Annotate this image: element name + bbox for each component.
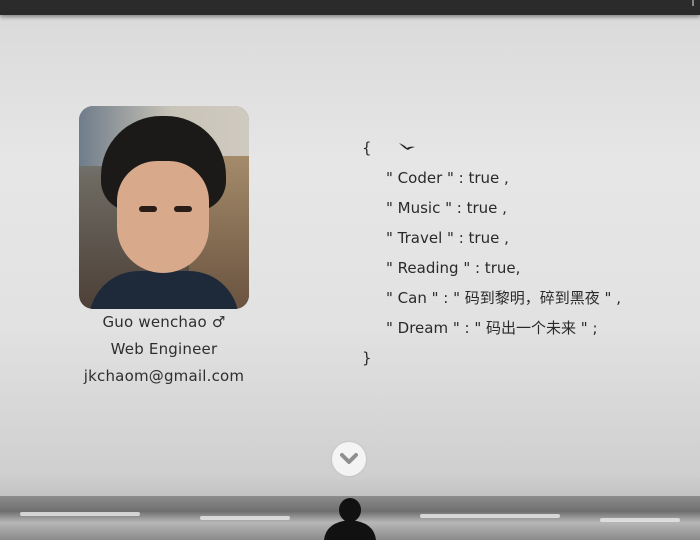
code-line-reading: " Reading " : true, <box>386 259 521 277</box>
top-bar-mark <box>692 0 694 6</box>
code-line-travel: " Travel " : true , <box>386 229 509 247</box>
profile-email[interactable]: jkchaom@gmail.com <box>58 363 270 390</box>
avatar-face <box>117 161 209 273</box>
code-line-can: " Can " : " 码到黎明，碎到黑夜 " , <box>386 289 621 307</box>
code-close-brace: } <box>362 349 372 367</box>
avatar <box>79 106 249 309</box>
profile-name: Guo wenchao ♂ <box>102 313 226 331</box>
sea-foam <box>600 518 680 522</box>
code-line-dream: " Dream " : " 码出一个未来 " ; <box>386 319 598 337</box>
code-open-brace: { <box>362 139 372 157</box>
profile-card: Guo wenchao ♂ Web Engineer jkchaom@gmail… <box>58 106 270 390</box>
scroll-down-button[interactable] <box>332 442 366 476</box>
profile-title: Web Engineer <box>110 340 218 358</box>
sea-foam <box>420 514 560 518</box>
code-block: { " Coder " : true , " Music " : true , … <box>362 133 621 373</box>
top-bar <box>0 0 700 15</box>
avatar-eye-right <box>174 206 192 212</box>
avatar-eye-left <box>139 206 157 212</box>
chevron-down-icon <box>340 453 358 464</box>
silhouette-figure <box>324 498 376 540</box>
code-line-music: " Music " : true , <box>386 199 507 217</box>
sea-foam <box>20 512 140 516</box>
code-line-coder: " Coder " : true , <box>386 169 509 187</box>
sea-foam <box>200 516 290 520</box>
